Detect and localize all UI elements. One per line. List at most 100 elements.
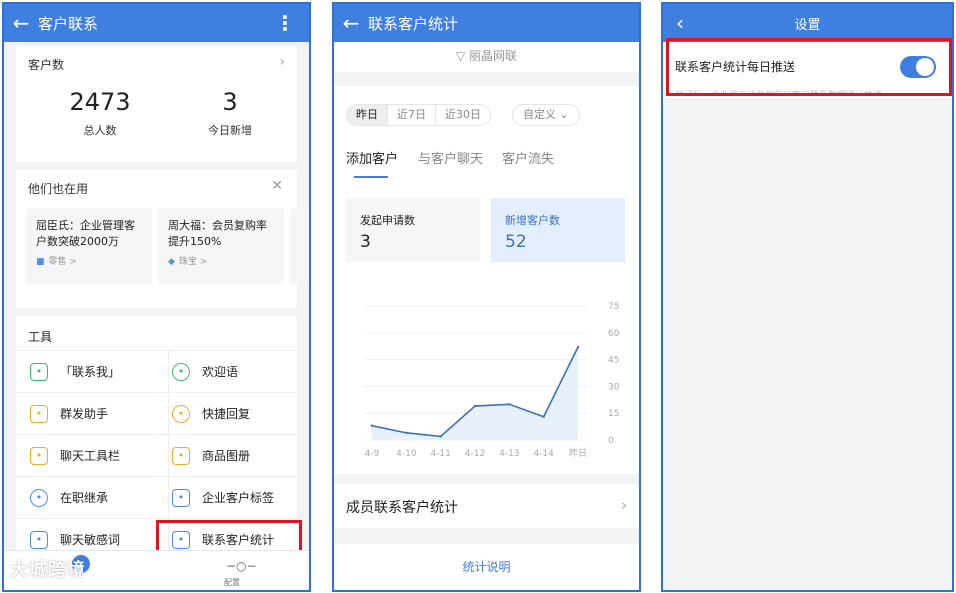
customer-count-header: 客户数 [28,58,65,72]
filter-row[interactable]: ▽ 丽晶网联 [334,42,639,72]
period-30-days[interactable]: 近30日 [435,105,490,125]
tab-add-customer[interactable]: 添加客户 [346,148,398,167]
case-tag-label: 珠宝 > [178,257,208,267]
settings-screen: ‹ 设置 联系客户统计每日推送 关闭后，企业将无法收到每日客户联系数据统计推送 [661,2,954,592]
data-point [473,404,477,408]
y-tick-label: 30 [608,382,620,392]
y-tick-label: 15 [608,409,619,419]
transfer-icon: • [30,488,48,507]
page-title: 设置 [794,17,821,33]
back-arrow-icon[interactable]: ← [4,4,38,42]
more-options-icon[interactable]: ⋮ [275,4,295,42]
metric-applications[interactable]: 发起申请数 3 [346,198,480,262]
hi-icon: • [172,362,190,381]
tool-label: 企业客户标签 [202,491,275,505]
y-tick-label: 60 [608,329,620,339]
bag-icon: ■ [36,257,45,267]
chat-icon: • [30,362,48,381]
tab-config-label[interactable]: 配置 [224,577,240,588]
case-tag[interactable]: ■ 零售 > [36,254,142,267]
chevron-right-icon[interactable]: › [279,54,285,70]
metric-value: 52 [505,232,527,252]
custom-period-dropdown[interactable]: 自定义 ⌄ [512,104,580,126]
config-icon[interactable]: −○− [226,559,257,573]
y-tick-label: 45 [608,356,619,366]
data-point [370,424,374,427]
total-count-stat: 2473 总人数 [40,88,160,138]
megaphone-icon: • [30,404,48,423]
total-count-label: 总人数 [83,124,117,137]
data-point [542,415,545,418]
case-text: 屈臣氏：企业管理客户数突破2000万 [36,219,135,248]
x-tick-label: 4-9 [365,449,380,459]
tool-transfer[interactable]: • 在职继承 [16,476,156,518]
toolbar-icon: • [30,446,48,465]
chevron-down-icon: ⌄ [559,108,569,121]
new-today-label: 今日新增 [208,124,252,137]
tool-welcome-message[interactable]: • 欢迎语 [158,350,298,392]
data-point [439,435,442,438]
close-icon[interactable]: ✕ [271,178,283,194]
tab-customer-loss[interactable]: 客户流失 [502,148,554,167]
metric-value: 3 [360,232,371,252]
data-point [576,345,580,349]
tool-quick-reply[interactable]: • 快捷回复 [158,392,298,434]
total-count-value: 2473 [69,88,131,116]
top-bar: ← 客户联系 ⋮ [4,4,309,42]
data-point [405,431,408,435]
x-tick-label: 4-12 [465,449,485,459]
metric-label: 新增客户数 [505,214,560,227]
metric-new-customers[interactable]: 新增客户数 52 [491,198,625,262]
tool-product-catalog[interactable]: • 商品图册 [158,434,298,476]
tool-label: 快捷回复 [202,407,251,421]
custom-period-label: 自定义 [523,108,556,121]
tool-label: 「联系我」 [60,365,121,379]
case-card[interactable]: 屈臣氏：企业管理客户数突破2000万 ■ 零售 > [26,208,152,284]
highlight-box [666,38,952,96]
customer-count-card[interactable]: 客户数 › 2473 总人数 3 今日新增 [16,46,297,162]
tag-icon: • [172,488,190,507]
tool-chat-toolbar[interactable]: • 聊天工具栏 [16,434,156,476]
tool-label: 商品图册 [202,449,251,463]
tools-header: 工具 [28,330,53,344]
case-tag[interactable]: ◆ 珠宝 > [168,254,274,267]
watermark: 大城跨境 [10,560,86,581]
period-7-days[interactable]: 近7日 [387,105,435,125]
x-tick-label: 4-11 [430,449,450,459]
statistics-explanation-link[interactable]: 统计说明 [334,544,639,590]
tool-contact-me[interactable]: • 「联系我」 [16,350,156,392]
trend-chart: 0 15 30 45 60 75 4-9 4-10 4-11 4-12 4-13 4-14 昨日 [364,302,620,459]
case-text: 周大福：会员复购率提升150% [168,219,267,248]
diamond-icon: ◆ [168,257,175,267]
page-title: 客户联系 [38,14,99,33]
also-using-header: 他们也在用 [28,182,89,196]
tool-group-message[interactable]: • 群发助手 [16,392,156,434]
customer-contact-screen: ← 客户联系 ⋮ 客户数 › 2473 总人数 3 今日新增 他们也在用 ✕ 屈… [2,2,311,592]
y-tick-label: 0 [608,436,614,446]
top-bar: ‹ 设置 [663,4,952,42]
catalog-icon: • [172,446,190,465]
back-arrow-icon[interactable]: ← [334,4,368,42]
case-card-partial[interactable] [290,208,309,284]
x-tick-label: 昨日 [569,447,587,459]
case-tag-label: 零售 > [48,257,77,267]
metric-label: 发起申请数 [360,214,415,227]
tool-label: 群发助手 [60,407,109,421]
period-selector: 昨日 近7日 近30日 [346,104,491,126]
tool-customer-tags[interactable]: • 企业客户标签 [158,476,298,518]
tools-card: 工具 • 「联系我」 • 欢迎语 • 群发助手 • 快捷回复 • 聊天工具栏 •… [16,316,298,552]
new-today-stat: 3 今日新增 [170,88,290,138]
filter-label: 丽晶网联 [469,49,518,63]
y-tick-label: 75 [608,302,619,312]
tool-label: 聊天工具栏 [60,449,121,463]
filter-icon: ▽ [455,49,466,63]
member-stats-row[interactable]: 成员联系客户统计 › [334,484,639,528]
active-tab-indicator [354,176,388,178]
case-card[interactable]: 周大福：会员复购率提升150% ◆ 珠宝 > [158,208,284,284]
data-point [508,403,511,406]
tab-chat-with-customer[interactable]: 与客户聊天 [418,148,483,167]
quick-reply-icon: • [172,404,190,423]
top-bar: ← 联系客户统计 [334,4,639,42]
area-fill [372,347,578,440]
period-yesterday[interactable]: 昨日 [347,105,387,125]
